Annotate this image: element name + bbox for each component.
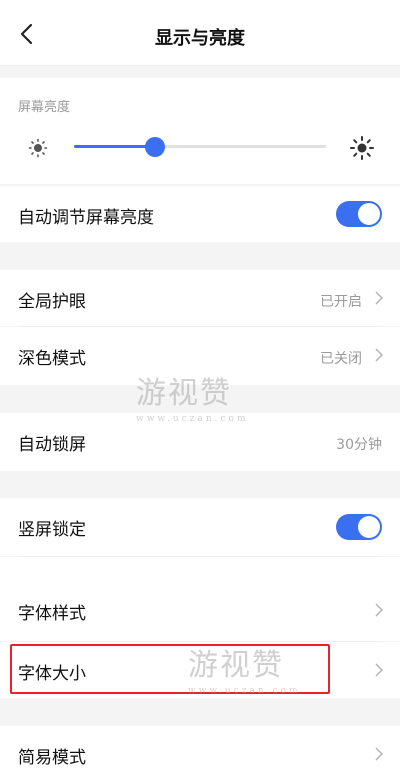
watermark: 游视赞 www.uczan.com	[136, 376, 249, 424]
portrait-lock-row[interactable]: 竖屏锁定	[0, 498, 400, 556]
dark-mode-label: 深色模式	[18, 349, 86, 369]
brightness-card	[0, 78, 400, 184]
brightness-slider-fill	[74, 145, 155, 148]
brightness-section-label: 屏幕亮度	[18, 100, 71, 115]
top-bar: 显示与亮度	[0, 0, 400, 66]
auto-brightness-label: 自动调节屏幕亮度	[18, 208, 154, 228]
low-brightness-icon	[28, 138, 48, 158]
dark-mode-status: 已关闭	[320, 351, 362, 367]
auto-lock-label: 自动锁屏	[18, 435, 86, 455]
brightness-slider-thumb[interactable]	[144, 137, 165, 157]
eye-protection-row[interactable]: 全局护眼 已开启	[0, 270, 400, 326]
font-style-label: 字体样式	[18, 604, 86, 624]
chevron-right-icon	[375, 663, 384, 677]
page-title: 显示与亮度	[155, 28, 245, 49]
portrait-lock-toggle[interactable]	[336, 514, 382, 540]
simple-mode-label: 简易模式	[18, 748, 86, 768]
brightness-slider[interactable]	[74, 137, 326, 157]
eye-protection-label: 全局护眼	[18, 292, 86, 312]
portrait-lock-label: 竖屏锁定	[18, 520, 86, 540]
chevron-right-icon	[375, 603, 384, 617]
chevron-right-icon	[375, 747, 384, 761]
watermark: 游视赞 www.uczan.com	[188, 648, 301, 696]
simple-mode-row[interactable]: 简易模式	[0, 726, 400, 784]
auto-brightness-toggle[interactable]	[336, 201, 382, 227]
font-style-row[interactable]: 字体样式	[0, 557, 400, 641]
chevron-right-icon	[375, 348, 384, 362]
auto-lock-value: 30分钟	[336, 437, 382, 453]
high-brightness-icon	[350, 136, 374, 160]
auto-brightness-row[interactable]: 自动调节屏幕亮度	[0, 186, 400, 242]
chevron-right-icon	[375, 291, 384, 305]
eye-protection-status: 已开启	[320, 294, 362, 310]
